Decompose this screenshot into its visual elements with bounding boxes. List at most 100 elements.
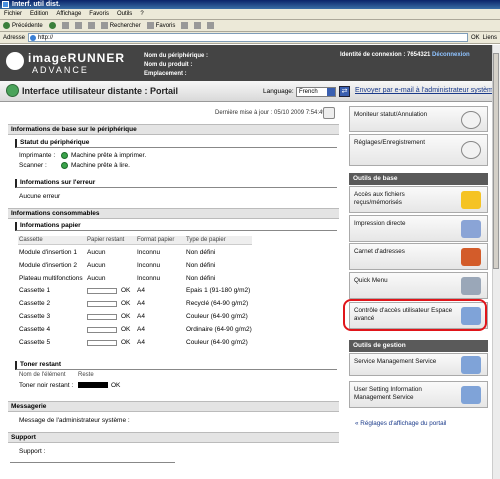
home-icon[interactable] — [87, 22, 95, 29]
col-remaining: Papier restant — [87, 237, 125, 243]
paper-remaining: Aucun — [87, 262, 106, 269]
menu-edition[interactable]: Edition — [30, 9, 48, 19]
paper-type: Epais 1 (91-180 g/m2) — [186, 287, 251, 294]
screen-icon — [461, 356, 481, 374]
status-ok-icon — [61, 162, 68, 169]
address-label: Adresse — [3, 34, 26, 41]
refresh-icon[interactable] — [323, 107, 335, 119]
address-book-icon — [461, 248, 481, 266]
star-icon — [146, 22, 154, 29]
gear-icon — [461, 141, 481, 159]
paper-remaining: Aucun — [87, 275, 106, 282]
cassette-name: Cassette 4 — [19, 326, 51, 333]
mail-icon[interactable] — [194, 22, 202, 29]
menu-favoris[interactable]: Favoris — [89, 9, 109, 19]
paper-type: Recyclé (64-90 g/m2) — [186, 300, 249, 307]
paper-level-bar — [87, 288, 117, 294]
last-update: Dernière mise à jour : 05/10 2009 7:54:4… — [215, 110, 326, 116]
print-icon[interactable] — [207, 22, 215, 29]
col-format: Format papier — [137, 237, 175, 243]
paper-format: A4 — [137, 287, 145, 294]
location-label: Emplacement : — [144, 71, 187, 77]
printer-status: Machine prête à imprimer. — [71, 152, 147, 159]
user-setting-button[interactable]: User Setting Information Management Serv… — [349, 381, 488, 408]
paper-format: Inconnu — [137, 275, 161, 282]
cassette-name: Plateau multifonctions — [19, 275, 83, 282]
brand-name: imageRUNNER — [28, 51, 126, 65]
links-button[interactable]: Liens — [483, 35, 500, 41]
monitor-eye-icon — [461, 111, 481, 129]
cassette-name: Cassette 3 — [19, 313, 51, 320]
device-name-label: Nom du périphérique : — [144, 53, 209, 59]
menu-help[interactable]: ? — [140, 9, 143, 19]
menu-outils[interactable]: Outils — [117, 9, 132, 19]
cassette-name: Module d'insertion 2 — [19, 262, 77, 269]
toner-value: OK — [111, 382, 121, 389]
menu-bar: Fichier Edition Affichage Favoris Outils… — [0, 9, 500, 20]
status-ok-icon — [61, 152, 68, 159]
paper-type: Ordinaire (64-90 g/m2) — [186, 326, 252, 333]
browser-icon — [2, 1, 9, 8]
back-arrow-icon — [3, 22, 10, 29]
paper-info-header: Informations papier — [15, 222, 337, 231]
refresh-icon[interactable] — [74, 22, 82, 29]
scrollbar-thumb[interactable] — [493, 53, 499, 269]
paper-type: Non défini — [186, 249, 216, 256]
logout-link[interactable]: Déconnexion — [432, 52, 470, 58]
forward-icon[interactable] — [48, 22, 56, 29]
paper-remaining: Aucun — [87, 249, 106, 256]
chevron-right-icon: « — [355, 420, 359, 427]
toner-level-bar — [78, 382, 108, 388]
cassette-name: Module d'insertion 1 — [19, 249, 77, 256]
col-type: Type de papier — [186, 237, 226, 243]
consumables-header: Informations consommables — [8, 208, 339, 219]
menu-fichier[interactable]: Fichier — [4, 9, 22, 19]
support-label: Support : — [19, 448, 46, 455]
go-button[interactable]: OK — [471, 35, 480, 41]
paper-remaining: OK — [121, 287, 131, 294]
divider — [10, 462, 175, 463]
apply-language-button[interactable]: ⇄ — [339, 86, 350, 97]
paper-type: Couleur (64-90 g/m2) — [186, 339, 248, 346]
status-monitor-button[interactable]: Moniteur statut/Annulation — [349, 106, 488, 132]
paper-level-bar — [87, 340, 117, 346]
printer-label: Imprimante : — [19, 152, 56, 159]
brand-sub: ADVANCE — [32, 65, 89, 75]
paper-level-bar — [87, 327, 117, 333]
direct-print-button[interactable]: Impression directe — [349, 215, 488, 242]
language-label: Language: — [263, 88, 294, 95]
menu-affichage[interactable]: Affichage — [56, 9, 81, 19]
col-cassette: Cassette — [19, 237, 43, 243]
stop-icon[interactable] — [61, 22, 69, 29]
browser-toolbar: Précédente Rechercher Favoris — [0, 20, 500, 32]
quick-menu-button[interactable]: Quick Menu — [349, 272, 488, 299]
error-value: Aucune erreur — [19, 193, 61, 200]
cassette-name: Cassette 1 — [19, 287, 51, 294]
portal-icon — [6, 84, 19, 97]
address-book-button[interactable]: Carnet d'adresses — [349, 243, 488, 270]
window-title-bar: Interf. util dist. — [0, 0, 500, 9]
settings-button[interactable]: Réglages/Enregistrement — [349, 134, 488, 166]
paper-remaining: OK — [121, 326, 131, 333]
portal-settings-link[interactable]: « Réglages d'affichage du portail — [355, 420, 446, 427]
service-management-button[interactable]: Service Management Service — [349, 353, 488, 376]
admin-tools-header: Outils de gestion — [349, 340, 488, 352]
language-select[interactable]: French — [296, 87, 336, 97]
page-title: Interface utilisateur distante : Portail — [22, 86, 179, 96]
received-files-button[interactable]: Accès aux fichiers reçus/mémorisés — [349, 186, 488, 213]
mail-admin-link[interactable]: Envoyer par e-mail à l'administrateur sy… — [355, 87, 497, 94]
paper-remaining: OK — [121, 313, 131, 320]
messaging-header: Messagerie — [8, 401, 339, 412]
address-input[interactable]: http:// — [28, 33, 468, 42]
back-button[interactable]: Précédente — [3, 20, 43, 32]
scanner-status: Machine prête à lire. — [71, 162, 130, 169]
printer-icon — [461, 220, 481, 238]
paper-format: Inconnu — [137, 262, 161, 269]
page-icon — [30, 35, 37, 41]
history-icon[interactable] — [181, 22, 189, 29]
paper-remaining: OK — [121, 339, 131, 346]
favorites-button[interactable]: Favoris — [146, 20, 175, 32]
admin-message-label: Message de l'administrateur système : — [19, 417, 130, 424]
search-button[interactable]: Rechercher — [100, 20, 141, 32]
cassette-name: Cassette 2 — [19, 300, 51, 307]
